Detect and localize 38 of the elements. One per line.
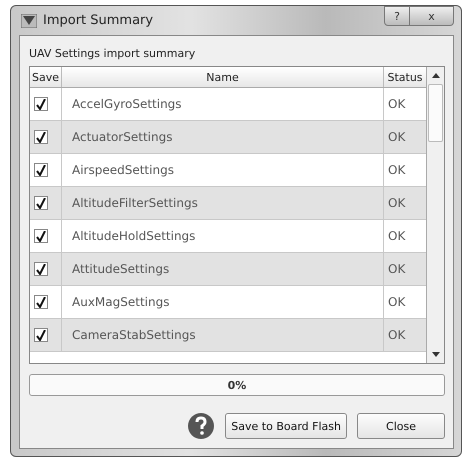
table-cell: AccelGyroSettings [62, 88, 384, 120]
window-title: Import Summary [43, 13, 154, 28]
table-cell: AuxMagSettings [62, 286, 384, 318]
help-button[interactable]: ? [384, 6, 410, 26]
table-cell: AltitudeFilterSettings [62, 187, 384, 219]
checkbox[interactable] [34, 262, 48, 276]
checkbox[interactable] [34, 97, 48, 111]
table-cell-text: OK [387, 195, 406, 212]
app-icon [21, 14, 37, 28]
summary-label: UAV Settings import summary [29, 46, 196, 62]
table-cell-text: OK [387, 228, 406, 245]
column-header[interactable]: Save [30, 67, 62, 87]
checkbox[interactable] [34, 229, 48, 243]
checkbox[interactable] [34, 328, 48, 342]
checkbox[interactable] [34, 163, 48, 177]
column-header[interactable]: Name [62, 67, 384, 87]
scroll-thumb[interactable] [428, 84, 443, 142]
table-cell-text: OK [387, 162, 406, 179]
progress-text: 0% [228, 378, 246, 392]
scrollbar[interactable] [426, 67, 444, 363]
table-cell-text: OK [387, 327, 406, 344]
table-cell: AltitudeHoldSettings [62, 220, 384, 252]
checkbox[interactable] [34, 295, 48, 309]
table-cell: CameraStabSettings [62, 319, 384, 351]
table-cell-text: OK [387, 96, 406, 113]
checkbox[interactable] [34, 196, 48, 210]
close-button[interactable]: x [410, 6, 454, 26]
column-header[interactable]: Status [384, 67, 426, 87]
save-to-flash-button[interactable]: Save to Board Flash [225, 413, 347, 439]
help-icon[interactable] [187, 412, 216, 440]
checkbox[interactable] [34, 130, 48, 144]
close-button[interactable]: Close [357, 413, 445, 439]
table-cell-text: OK [387, 261, 406, 278]
table-cell: AttitudeSettings [62, 253, 384, 285]
table-cell: AirspeedSettings [62, 154, 384, 186]
table-cell: ActuatorSettings [62, 121, 384, 153]
table-cell-text: OK [387, 294, 406, 311]
table-cell-text: OK [387, 129, 406, 146]
